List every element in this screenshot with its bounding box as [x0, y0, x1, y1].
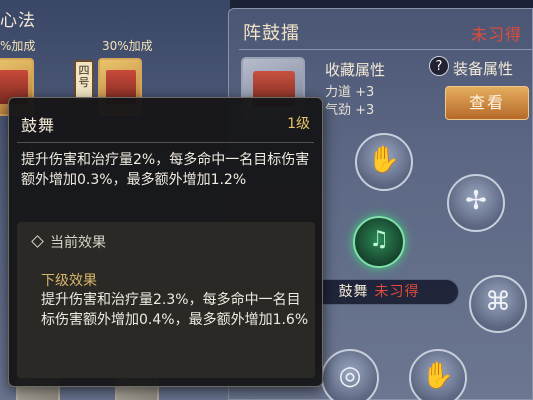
cross-seal-icon: ✢ — [465, 186, 487, 216]
attr-line: 力道 +3 — [325, 85, 375, 100]
equip-attr-label: 装备属性 — [453, 60, 514, 78]
panel-title: 阵鼓擂 — [243, 23, 300, 44]
skill-node-selected[interactable]: ♫ — [353, 216, 405, 268]
collect-attr-label: 收藏属性 — [325, 61, 386, 79]
drum-icon: ♫ — [369, 227, 389, 252]
view-button[interactable]: 查看 — [445, 86, 529, 120]
next-effect-description: 提升伤害和治疗量2.3%，每多命中一名目标伤害额外增加0.4%，最多额外增加1.… — [41, 292, 309, 328]
divider — [17, 142, 314, 143]
scroll-icon: ⌘ — [485, 287, 511, 317]
panel-status: 未习得 — [470, 25, 522, 44]
skill-tooltip: 鼓舞 1级 提升伤害和治疗量2%，每多命中一名目标伤害额外增加0.3%，最多额外… — [8, 97, 323, 387]
skill-node-hand[interactable]: ✋ — [409, 349, 467, 400]
current-effect-label: 当前效果 — [50, 235, 106, 251]
skill-status: 未习得 — [374, 284, 420, 300]
palm-icon: ✋ — [367, 145, 401, 175]
help-icon[interactable]: ? — [429, 56, 449, 76]
tooltip-skill-name: 鼓舞 — [21, 116, 56, 135]
tooltip-description: 提升伤害和治疗量2%，每多命中一名目标伤害额外增加0.3%，最多额外增加1.2% — [21, 152, 310, 188]
eye-seal-icon: ◎ — [338, 361, 362, 391]
skill-node-scroll[interactable]: ⌘ — [469, 275, 527, 333]
bonus-text-right: 30%加成 — [102, 39, 153, 53]
attr-line: 气劲 +3 — [325, 103, 375, 118]
diamond-icon — [31, 235, 44, 248]
skill-name: 鼓舞 — [338, 284, 369, 300]
left-panel-title: 心法 — [0, 11, 36, 31]
next-effect-label: 下级效果 — [41, 273, 97, 289]
skill-node-eye[interactable]: ◎ — [321, 349, 379, 400]
skill-name-label: 鼓舞 未习得 — [299, 279, 459, 305]
current-effect-row: 当前效果 — [31, 232, 106, 252]
card-badge: 四号 — [74, 60, 94, 102]
skill-node-cross[interactable]: ✢ — [447, 174, 505, 232]
tooltip-level: 1级 — [287, 116, 310, 132]
skill-node-palm[interactable]: ✋ — [355, 133, 413, 191]
effect-box: 当前效果 下级效果 提升伤害和治疗量2.3%，每多命中一名目标伤害额外增加0.4… — [17, 222, 315, 378]
bonus-text-left: %加成 — [0, 39, 36, 53]
divider — [239, 49, 532, 50]
hand-icon: ✋ — [421, 361, 455, 391]
